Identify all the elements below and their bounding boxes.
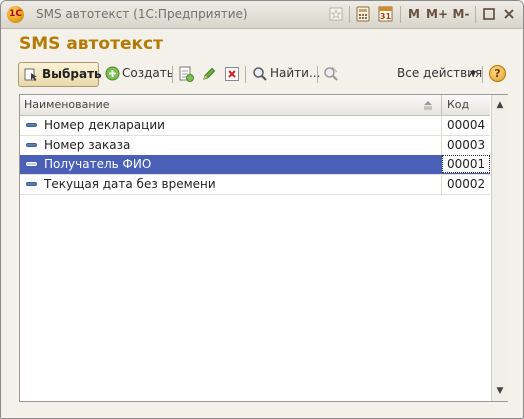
- app-logo-icon[interactable]: 1С: [7, 6, 24, 23]
- column-divider: [441, 175, 442, 194]
- titlebar-separator: [475, 6, 476, 23]
- item-icon: [26, 182, 37, 186]
- table-row-selected[interactable]: Получатель ФИО 00001: [20, 155, 490, 175]
- toolbar-separator: [317, 66, 318, 83]
- column-divider: [441, 116, 442, 135]
- help-icon: ?: [494, 67, 501, 80]
- chevron-down-icon: ▼: [470, 69, 477, 78]
- row-code: 00004: [447, 118, 486, 132]
- vertical-scrollbar[interactable]: ▲ ▼: [491, 95, 508, 401]
- delete-icon[interactable]: [224, 66, 240, 82]
- find-label: Найти...: [270, 66, 321, 80]
- memory-plus-button[interactable]: M+: [425, 5, 449, 24]
- choose-button[interactable]: Выбрать: [18, 62, 102, 87]
- row-code: 00001: [447, 157, 486, 171]
- choose-icon: [24, 68, 37, 81]
- form-heading: SMS автотекст: [19, 34, 163, 54]
- calculator-icon[interactable]: [356, 6, 370, 22]
- item-icon: [26, 123, 37, 127]
- scroll-down-icon[interactable]: ▼: [492, 383, 508, 399]
- find-button[interactable]: Найти...: [252, 62, 320, 85]
- add-icon: [105, 66, 120, 81]
- toolbar-separator: [172, 66, 173, 83]
- favorites-icon[interactable]: [329, 7, 343, 21]
- row-code: 00003: [447, 138, 486, 152]
- titlebar-separator: [349, 6, 350, 23]
- row-name: Номер декларации: [44, 118, 165, 132]
- column-header-name[interactable]: Наименование: [24, 98, 109, 111]
- cancel-search-icon[interactable]: [323, 66, 339, 82]
- edit-icon[interactable]: [201, 66, 217, 82]
- scroll-up-icon[interactable]: ▲: [492, 97, 508, 113]
- form-toolbar: Выбрать Создать Найти... Все действия ▼ …: [18, 62, 506, 87]
- create-button[interactable]: Создать: [105, 62, 174, 85]
- item-icon: [26, 162, 37, 166]
- row-name: Получатель ФИО: [44, 157, 152, 171]
- all-actions-button[interactable]: Все действия ▼: [397, 62, 482, 85]
- copy-icon[interactable]: [178, 66, 194, 82]
- toolbar-separator: [245, 66, 246, 83]
- memory-button[interactable]: M: [406, 5, 422, 24]
- help-button[interactable]: ?: [489, 65, 506, 82]
- dialog-window: 1С SMS автотекст (1С:Предприятие) 31 M M…: [0, 0, 524, 419]
- sort-ascending-icon[interactable]: [423, 100, 433, 110]
- calendar-icon[interactable]: 31: [378, 5, 393, 22]
- list-table[interactable]: Наименование Код Номер декларации 00004 …: [19, 94, 508, 402]
- row-name: Текущая дата без времени: [44, 177, 216, 191]
- row-code: 00002: [447, 177, 486, 191]
- column-divider[interactable]: [441, 95, 442, 115]
- create-label: Создать: [122, 66, 174, 80]
- titlebar-separator: [400, 6, 401, 23]
- toolbar-separator: [482, 66, 483, 83]
- close-icon[interactable]: [503, 8, 515, 20]
- column-header-code[interactable]: Код: [447, 98, 469, 111]
- svg-text:31: 31: [380, 12, 392, 21]
- row-name: Номер заказа: [44, 138, 131, 152]
- table-row[interactable]: Номер декларации 00004: [20, 116, 490, 136]
- table-header: Наименование Код: [20, 95, 490, 116]
- choose-label: Выбрать: [42, 67, 102, 81]
- search-icon: [253, 67, 267, 81]
- title-bar: 1С SMS автотекст (1С:Предприятие) 31 M M…: [1, 1, 523, 29]
- memory-minus-button[interactable]: M-: [451, 5, 471, 24]
- window-title: SMS автотекст (1С:Предприятие): [36, 7, 248, 21]
- table-row[interactable]: Номер заказа 00003: [20, 136, 490, 156]
- item-icon: [26, 143, 37, 147]
- table-row[interactable]: Текущая дата без времени 00002: [20, 175, 490, 195]
- column-divider: [441, 136, 442, 155]
- maximize-icon[interactable]: [483, 8, 495, 20]
